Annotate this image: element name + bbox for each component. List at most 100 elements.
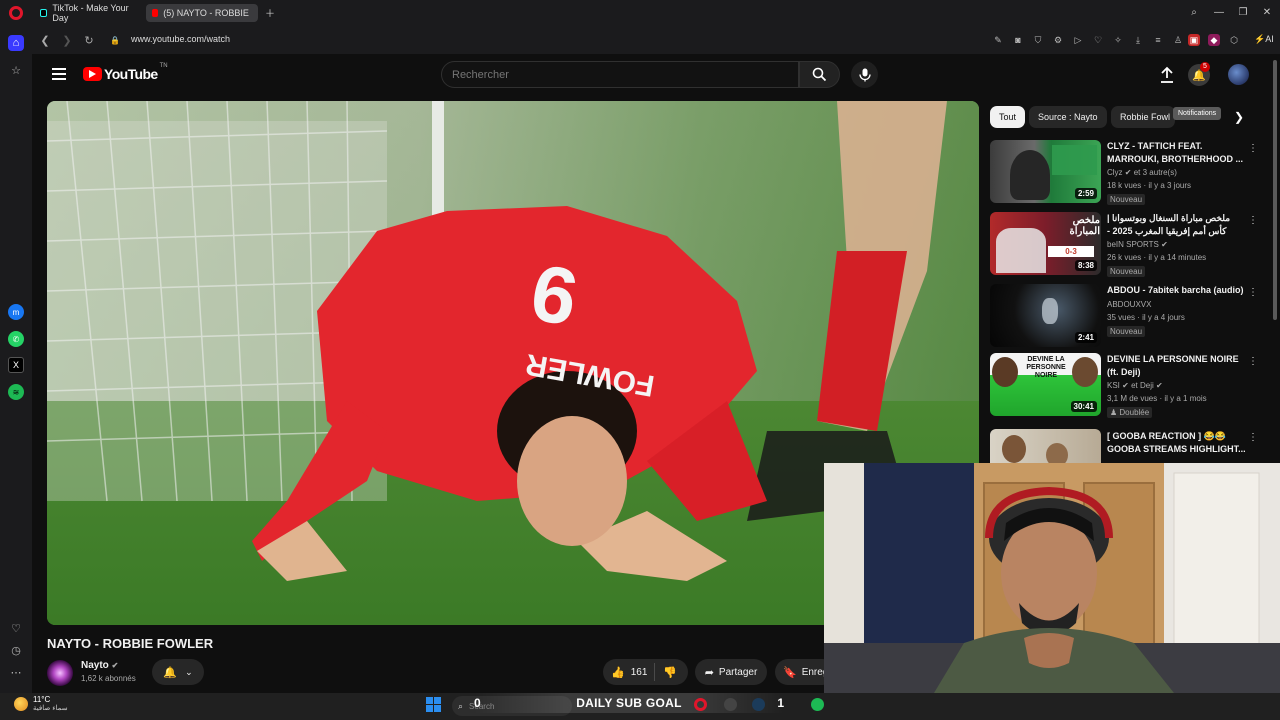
channel-name[interactable]: KSI ✔ et Deji ✔ [1107, 381, 1163, 390]
wallet-icon[interactable]: ✧ [1112, 34, 1124, 46]
channel-avatar[interactable] [47, 660, 73, 686]
download-icon[interactable]: ⤓ [1132, 34, 1144, 46]
minimize-button[interactable]: — [1210, 4, 1228, 20]
video-title[interactable]: ABDOU - 7abitek barcha (audio) [1107, 284, 1247, 297]
spotify-icon[interactable]: ≋ [8, 384, 24, 400]
edit-icon[interactable]: ✎ [992, 34, 1004, 46]
messenger-icon[interactable]: m [8, 304, 24, 320]
x-icon[interactable]: X [8, 357, 24, 373]
player-icon[interactable]: ▷ [1072, 34, 1084, 46]
channel-name[interactable]: Nayto ✔ [81, 660, 118, 671]
extension-icon[interactable]: ◆ [1208, 34, 1220, 46]
video-title[interactable]: [ GOOBA REACTION ] 😂😂 GOOBA STREAMS HIGH… [1107, 430, 1247, 456]
spotify-taskbar-icon[interactable] [811, 698, 824, 711]
whatsapp-icon[interactable]: ✆ [8, 331, 24, 347]
extension-icon[interactable]: ▣ [1188, 34, 1200, 46]
channel-name[interactable]: ABDOUXVX [1107, 300, 1151, 309]
chip-all[interactable]: Tout [990, 106, 1026, 128]
profile-icon[interactable]: ♙ [1172, 34, 1184, 46]
start-button[interactable] [426, 697, 441, 712]
more-icon[interactable]: ⋯ [8, 664, 24, 680]
close-button[interactable]: ✕ [1258, 4, 1276, 20]
maximize-button[interactable]: ❐ [1234, 4, 1252, 20]
tab-label: TikTok - Make Your Day [52, 3, 129, 23]
chip-source-nayto[interactable]: Source : Nayto [1029, 106, 1107, 128]
tab-tiktok[interactable]: TikTok - Make Your Day [34, 3, 144, 23]
notifications-button[interactable]: 🔔 5 [1188, 62, 1210, 86]
video-thumbnail[interactable]: DEVINE LA PERSONNE NOIRE 30:41 [990, 353, 1101, 416]
video-thumbnail[interactable]: 2:59 [990, 140, 1101, 203]
shield-icon[interactable]: ⛉ [1032, 34, 1044, 46]
url-field[interactable]: www.youtube.com/watch [131, 34, 230, 44]
search-icon [812, 67, 827, 82]
upload-button[interactable] [1159, 66, 1175, 84]
video-thumbnail[interactable] [990, 429, 1101, 463]
share-button[interactable]: ➦ Partager [695, 659, 767, 685]
vpn-icon[interactable]: ⚙ [1052, 34, 1064, 46]
bookmarks-icon[interactable]: ☆ [8, 62, 24, 78]
ai-button[interactable]: ⚡AI [1254, 34, 1274, 45]
forward-button[interactable]: ❯ [60, 33, 74, 47]
history-icon[interactable]: ◷ [8, 642, 24, 658]
more-actions-icon[interactable]: ⋮ [1248, 356, 1258, 367]
recommendation-item[interactable]: DEVINE LA PERSONNE NOIRE 30:41 DEVINE LA… [990, 353, 1262, 418]
chip-robbie-fowler[interactable]: Robbie Fowl [1111, 106, 1175, 128]
home-icon[interactable]: ⌂ [8, 35, 24, 51]
opera-taskbar-icon[interactable] [694, 698, 707, 711]
hamburger-menu-icon[interactable] [52, 68, 66, 80]
recommendation-item[interactable]: 2:41 ABDOU - 7abitek barcha (audio) ABDO… [990, 284, 1262, 348]
new-tab-button[interactable]: ＋ [261, 4, 279, 20]
menu-icon[interactable]: ≡ [1152, 34, 1164, 46]
video-thumbnail[interactable]: ملخص المباراة 0-3 8:38 [990, 212, 1101, 275]
recommendation-item[interactable]: ملخص المباراة 0-3 8:38 ملخص مباراة السنغ… [990, 212, 1262, 277]
tab-youtube[interactable]: (5) NAYTO - ROBBIE FOWL [146, 4, 258, 22]
search-tabs-icon[interactable]: ⌕ [1185, 4, 1203, 20]
like-button[interactable]: 👍 161 [603, 663, 655, 681]
score-box: 0-3 [1048, 246, 1094, 257]
recommendation-item[interactable]: [ GOOBA REACTION ] 😂😂 GOOBA STREAMS HIGH… [990, 429, 1262, 463]
weather-icon [14, 696, 28, 711]
chips-next-button[interactable]: ❯ [1234, 110, 1244, 124]
dislike-button[interactable]: 👎 [655, 666, 677, 679]
verified-icon: ✔ [1124, 168, 1132, 177]
tiktok-icon [40, 9, 48, 17]
webcam-feed [824, 463, 1280, 693]
verified-icon: ✔ [111, 661, 119, 670]
video-thumbnail[interactable]: 2:41 [990, 284, 1101, 347]
bell-icon: 🔔 [163, 666, 178, 679]
weather-widget[interactable]: 11°C سماء صافية [14, 695, 68, 712]
voice-search-button[interactable] [851, 61, 878, 88]
scrollbar[interactable] [1273, 60, 1277, 320]
search-button[interactable] [799, 61, 840, 88]
thumbs-up-icon: 👍 [611, 666, 625, 679]
taskbar-app-icon[interactable] [724, 698, 737, 711]
heart-icon[interactable]: ♡ [1092, 34, 1104, 46]
reload-button[interactable]: ↻ [82, 33, 96, 47]
recommendation-item[interactable]: 2:59 CLYZ - TAFTICH FEAT. MARROUKI, BROT… [990, 140, 1262, 205]
youtube-play-icon [83, 67, 102, 81]
youtube-favicon-icon [152, 9, 159, 17]
person-icon: ♟ [1110, 408, 1118, 417]
heart-icon[interactable]: ♡ [8, 620, 24, 636]
camera-icon[interactable]: ◙ [1012, 34, 1024, 46]
more-actions-icon[interactable]: ⋮ [1248, 215, 1258, 226]
steam-icon[interactable] [752, 698, 765, 711]
search-input[interactable] [441, 61, 799, 88]
upload-icon [1161, 66, 1173, 83]
youtube-logo[interactable]: YouTube TN [83, 63, 168, 82]
avatar[interactable] [1228, 64, 1249, 85]
channel-name[interactable]: beIN SPORTS ✔ [1107, 240, 1168, 249]
extension-icon[interactable]: ⬡ [1228, 34, 1240, 46]
video-title[interactable]: CLYZ - TAFTICH FEAT. MARROUKI, BROTHERHO… [1107, 140, 1247, 166]
video-title[interactable]: ملخص مباراة السنغال وبوتسوانا | كأس أمم … [1107, 212, 1247, 238]
new-badge: Nouveau [1107, 266, 1146, 277]
more-actions-icon[interactable]: ⋮ [1248, 287, 1258, 298]
back-button[interactable]: ❮ [38, 33, 52, 47]
video-title[interactable]: DEVINE LA PERSONNE NOIRE (ft. Deji) [1107, 353, 1247, 379]
more-actions-icon[interactable]: ⋮ [1248, 432, 1258, 443]
more-actions-icon[interactable]: ⋮ [1248, 143, 1258, 154]
subscribe-bell-button[interactable]: 🔔 ⌄ [152, 659, 204, 685]
opera-logo-icon[interactable] [9, 6, 23, 20]
ai-icon: ⚡ [1254, 34, 1266, 44]
channel-name[interactable]: Clyz ✔ et 3 autre(s) [1107, 168, 1177, 177]
